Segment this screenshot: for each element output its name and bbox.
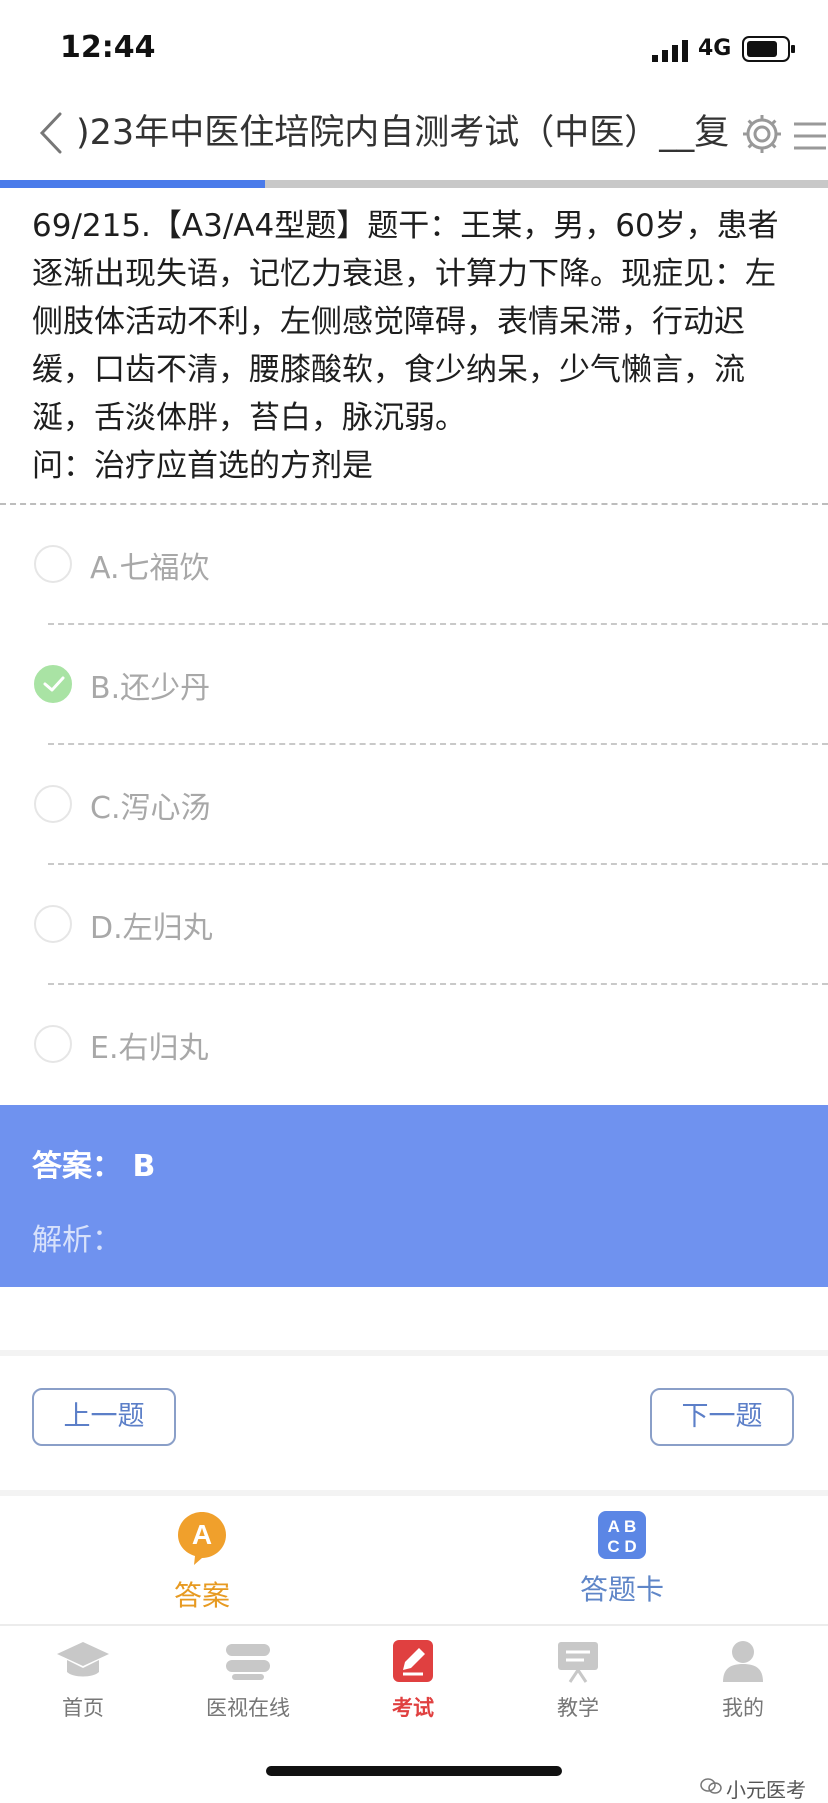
- tab-label: 考试: [392, 1696, 434, 1720]
- option-b[interactable]: B.还少丹: [0, 625, 828, 745]
- video-stack-icon: [226, 1644, 270, 1680]
- tab-exam[interactable]: 考试: [348, 1638, 478, 1722]
- tab-video-online[interactable]: 医视在线: [183, 1638, 313, 1722]
- graduation-cap-icon: [57, 1642, 109, 1677]
- checked-radio-icon[interactable]: [34, 665, 72, 703]
- radio-icon[interactable]: [34, 1025, 72, 1063]
- progress-bar: [0, 180, 828, 188]
- tab-bar-divider: [0, 1624, 828, 1626]
- network-label: 4G: [698, 36, 732, 61]
- signal-icon: [652, 40, 688, 62]
- back-button[interactable]: [28, 108, 74, 158]
- tab-teaching[interactable]: 教学: [513, 1638, 643, 1722]
- section-divider: [0, 1350, 828, 1356]
- answer-panel: 答案： B 解析：: [0, 1105, 828, 1287]
- answer-icon-letter: A: [192, 1519, 212, 1550]
- presentation-board-icon: [558, 1642, 598, 1683]
- question-prompt: 问：治疗应首选的方剂是: [32, 448, 373, 484]
- progress-fill: [0, 180, 265, 188]
- user-icon: [723, 1641, 763, 1682]
- card-icon-top: A B: [608, 1517, 637, 1536]
- option-e[interactable]: E.右归丸: [0, 985, 828, 1105]
- watermark-text: 小元医考: [726, 1778, 806, 1802]
- answer-tool-label: 答案: [173, 1579, 230, 1612]
- tab-label: 首页: [62, 1696, 104, 1720]
- answer-card-label: 答题卡: [579, 1573, 664, 1606]
- page-title: )23年中医住培院内自测考试（中医）__复: [76, 113, 730, 153]
- pencil-exam-icon: [393, 1640, 433, 1682]
- analysis-label: 解析：: [32, 1223, 122, 1258]
- next-question-button[interactable]: 下一题: [650, 1388, 794, 1446]
- option-label: B.还少丹: [90, 671, 211, 706]
- tab-mine[interactable]: 我的: [678, 1638, 808, 1722]
- radio-icon[interactable]: [34, 785, 72, 823]
- section-divider: [0, 1490, 828, 1496]
- answer-text: 答案： B: [32, 1149, 156, 1184]
- status-time: 12:44: [60, 30, 156, 65]
- tab-home[interactable]: 首页: [18, 1638, 148, 1722]
- home-indicator: [266, 1766, 562, 1776]
- radio-icon[interactable]: [34, 545, 72, 583]
- question-stem: 69/215.【A3/A4型题】题干：王某，男，60岁，患者逐渐出现失语，记忆力…: [32, 208, 779, 436]
- prev-question-button[interactable]: 上一题: [32, 1388, 176, 1446]
- tab-label: 我的: [722, 1696, 764, 1720]
- answer-card-button[interactable]: A B C D 答题卡: [522, 1510, 722, 1608]
- settings-gear-icon[interactable]: [740, 112, 784, 156]
- tab-label: 医视在线: [206, 1696, 290, 1720]
- option-label: D.左归丸: [90, 911, 213, 946]
- option-label: A.七福饮: [90, 551, 210, 586]
- option-label: C.泻心汤: [90, 791, 211, 826]
- option-d[interactable]: D.左归丸: [0, 865, 828, 985]
- question-text: 69/215.【A3/A4型题】题干：王某，男，60岁，患者逐渐出现失语，记忆力…: [32, 202, 802, 490]
- battery-icon: [742, 36, 795, 62]
- tab-label: 教学: [557, 1696, 599, 1720]
- card-icon-bottom: C D: [607, 1537, 636, 1556]
- option-c[interactable]: C.泻心汤: [0, 745, 828, 865]
- radio-icon[interactable]: [34, 905, 72, 943]
- answer-a-icon: A: [178, 1512, 226, 1565]
- option-label: E.右归丸: [90, 1031, 209, 1066]
- answer-tool-button[interactable]: A 答案: [102, 1510, 302, 1614]
- option-a[interactable]: A.七福饮: [0, 505, 828, 625]
- menu-icon[interactable]: [790, 116, 828, 156]
- answer-card-icon: A B C D: [598, 1511, 646, 1559]
